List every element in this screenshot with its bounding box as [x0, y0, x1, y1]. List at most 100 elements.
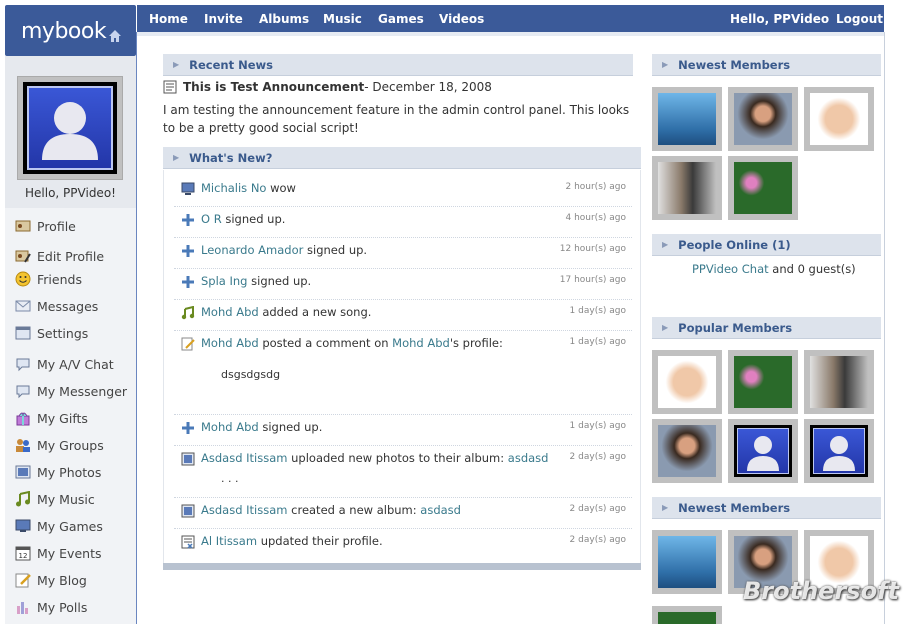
sidebar-item-games[interactable]: My Games — [15, 516, 103, 536]
sidebar-item-polls[interactable]: My Polls — [15, 597, 87, 617]
feed-item: Spla Ing signed up. 17 hour(s) ago — [174, 269, 632, 300]
feed-item: Mohd Abd signed up. 1 day(s) ago — [174, 415, 632, 446]
sidebar-item-label: My Events — [37, 545, 102, 561]
sidebar-item-groups[interactable]: My Groups — [15, 435, 104, 455]
feed-user-link[interactable]: Mohd Abd — [201, 305, 259, 319]
collapse-arrow-icon[interactable]: ▶ — [173, 153, 179, 162]
home-icon[interactable] — [108, 29, 122, 43]
feed-item: Michalis No wow 2 hour(s) ago — [174, 176, 632, 207]
feed-item: Asdasd Itissam created a new album: asda… — [174, 498, 632, 529]
photo-icon — [181, 452, 195, 466]
whats-new-title: What's New? — [189, 150, 273, 165]
feed-time: 1 day(s) ago — [569, 421, 626, 431]
feed-text: signed up. — [303, 243, 368, 257]
sidebar-item-edit-profile[interactable]: Edit Profile — [15, 246, 104, 266]
announcement-name[interactable]: This is Test Announcement — [183, 80, 364, 94]
nav-videos[interactable]: Videos — [439, 12, 484, 26]
feed-user-link[interactable]: Mohd Abd — [201, 336, 259, 350]
feed-user-link[interactable]: Al Itissam — [201, 534, 257, 548]
collapse-arrow-icon[interactable]: ▶ — [662, 60, 668, 69]
sidebar-item-label: Edit Profile — [37, 248, 105, 264]
sidebar-item-label: My Gifts — [37, 410, 88, 426]
plus-icon — [182, 276, 194, 288]
feed-item: Al Itissam updated their profile. 2 day(… — [174, 529, 632, 560]
member-thumbnail[interactable] — [652, 87, 722, 151]
nav-albums[interactable]: Albums — [259, 12, 309, 26]
sidebar-item-events[interactable]: 12 My Events — [15, 543, 101, 563]
feed-user-link[interactable]: Asdasd Itissam — [201, 451, 287, 465]
feed-user-link[interactable]: Asdasd Itissam — [201, 503, 287, 517]
feed-album-link[interactable]: asdasd — [420, 503, 461, 517]
default-user-icon — [42, 102, 98, 160]
nav-music[interactable]: Music — [323, 12, 362, 26]
sidebar-item-messenger[interactable]: My Messenger — [15, 381, 127, 401]
newest-members-title: Newest Members — [678, 57, 791, 72]
sidebar-item-label: Profile — [37, 218, 76, 234]
content-left-border — [136, 32, 137, 624]
member-thumbnail[interactable] — [652, 419, 722, 483]
photo-icon — [15, 465, 31, 479]
photo-preview-placeholder[interactable]: . . . — [221, 472, 238, 485]
greeting-link[interactable]: Hello, PPVideo — [730, 12, 829, 26]
popular-members-header: ▶ Popular Members — [652, 317, 881, 339]
mybook-logo[interactable]: mybook — [5, 5, 136, 56]
sidebar-item-blog[interactable]: My Blog — [15, 570, 87, 590]
sidebar-item-photos[interactable]: My Photos — [15, 462, 101, 482]
member-thumbnail[interactable] — [728, 156, 798, 220]
feed-time: 2 day(s) ago — [569, 535, 626, 545]
member-thumbnail[interactable] — [804, 350, 874, 414]
feed-user-link[interactable]: Michalis No — [201, 181, 266, 195]
sidebar-item-friends[interactable]: Friends — [15, 269, 82, 289]
chat-bubble-icon — [16, 358, 30, 372]
whale-photo — [658, 93, 716, 145]
online-user-link[interactable]: PPVideo Chat — [692, 262, 769, 276]
sidebar-item-profile[interactable]: Profile — [15, 216, 76, 236]
member-thumbnail[interactable] — [728, 350, 798, 414]
feed-text: wow — [266, 181, 296, 195]
settings-window-icon — [15, 326, 31, 340]
monitor-icon — [181, 182, 195, 195]
newest-members-header: ▶ Newest Members — [652, 54, 881, 76]
comment-text: dsgsdgsdg — [221, 368, 281, 381]
collapse-arrow-icon[interactable]: ▶ — [173, 60, 179, 69]
feed-profile-link[interactable]: Mohd Abd — [392, 336, 450, 350]
logout-link[interactable]: Logout — [836, 12, 883, 26]
girl-photo — [658, 425, 716, 477]
recent-news-header: ▶ Recent News — [163, 54, 633, 76]
member-thumbnail[interactable] — [728, 419, 798, 483]
member-thumbnail[interactable] — [652, 156, 722, 220]
nav-home[interactable]: Home — [149, 12, 188, 26]
nav-games[interactable]: Games — [378, 12, 424, 26]
member-thumbnail[interactable] — [804, 419, 874, 483]
member-thumbnail[interactable] — [728, 87, 798, 151]
feed-user-link[interactable]: Leonardo Amador — [201, 243, 303, 257]
sidebar-item-settings[interactable]: Settings — [15, 323, 88, 343]
collapse-arrow-icon[interactable]: ▶ — [662, 503, 668, 512]
collapse-arrow-icon[interactable]: ▶ — [662, 240, 668, 249]
sidebar-item-music[interactable]: My Music — [15, 489, 95, 509]
member-thumbnail[interactable] — [652, 350, 722, 414]
feed-item: Leonardo Amador signed up. 12 hour(s) ag… — [174, 238, 632, 269]
feed-album-link[interactable]: asdasd — [508, 451, 549, 465]
sidebar-item-av-chat[interactable]: My A/V Chat — [15, 354, 114, 374]
feed-user-link[interactable]: Mohd Abd — [201, 420, 259, 434]
avatar[interactable] — [17, 76, 123, 180]
feed-item: Mohd Abd posted a comment on Mohd Abd's … — [174, 331, 632, 415]
online-guests: and 0 guest(s) — [768, 262, 856, 276]
member-thumbnail[interactable] — [652, 606, 722, 624]
member-thumbnail[interactable] — [652, 530, 722, 594]
collapse-arrow-icon[interactable]: ▶ — [662, 323, 668, 332]
sidebar-item-label: My Photos — [37, 464, 102, 480]
people-online-list: PPVideo Chat and 0 guest(s) — [692, 262, 856, 276]
feed-user-link[interactable]: Spla Ing — [201, 274, 247, 288]
sidebar-item-label: My Blog — [37, 572, 87, 588]
nav-invite[interactable]: Invite — [204, 12, 243, 26]
member-thumbnail[interactable] — [804, 87, 874, 151]
whats-new-header: ▶ What's New? — [163, 147, 641, 169]
chat-bubble-icon — [16, 385, 30, 399]
group-icon — [16, 439, 30, 452]
logo-text: mybook — [21, 19, 107, 44]
sidebar-item-gifts[interactable]: My Gifts — [15, 408, 88, 428]
feed-user-link[interactable]: O R — [201, 212, 222, 226]
sidebar-item-messages[interactable]: Messages — [15, 296, 98, 316]
